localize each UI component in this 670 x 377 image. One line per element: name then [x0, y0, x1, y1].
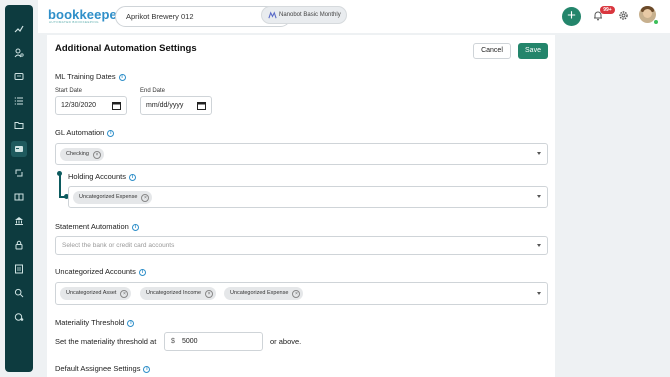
- end-date-label: End Date: [140, 88, 166, 94]
- lock-icon[interactable]: [11, 237, 27, 253]
- info-icon[interactable]: i: [107, 129, 115, 137]
- info-icon[interactable]: i: [143, 365, 151, 373]
- currency-symbol: $: [171, 338, 175, 345]
- materiality-label: Materiality Threshold: [55, 318, 125, 327]
- automation-settings-card: Additional Automation Settings Cancel Sa…: [47, 35, 555, 377]
- dashboard-icon[interactable]: [11, 21, 27, 37]
- start-date-label: Start Date: [55, 88, 83, 94]
- plan-badge[interactable]: Nanobot Basic Monthly: [261, 6, 347, 24]
- end-date-value: mm/dd/yyyy: [146, 102, 184, 109]
- end-date-field[interactable]: mm/dd/yyyy: [140, 96, 212, 115]
- tasks-list-icon[interactable]: [11, 93, 27, 109]
- default-assignee-label: Default Assignee Settings: [55, 364, 141, 373]
- gear-icon[interactable]: [618, 10, 629, 21]
- holding-accounts-heading: Holding Accounts i: [68, 172, 136, 181]
- top-header: bookkeeper AUTOMATED BOOKKEEPING Aprikot…: [38, 0, 670, 33]
- calendar-icon[interactable]: [112, 101, 121, 110]
- start-date-value: 12/30/2020: [61, 102, 97, 109]
- start-date-field[interactable]: 12/30/2020: [55, 96, 127, 115]
- connector-line: [59, 174, 61, 198]
- folder-icon[interactable]: [11, 117, 27, 133]
- page-title: Additional Automation Settings: [55, 43, 197, 54]
- online-status-dot: [653, 19, 659, 25]
- threshold-value: 5000: [182, 338, 198, 345]
- remove-chip-icon[interactable]: ×: [92, 150, 101, 159]
- ml-training-heading: ML Training Dates i: [55, 72, 126, 81]
- automation-card-icon[interactable]: [11, 141, 27, 157]
- chip-label: Uncategorized Asset: [66, 290, 117, 296]
- info-icon[interactable]: i: [131, 223, 139, 231]
- account-chip: Checking ×: [60, 148, 104, 161]
- account-chip: Uncategorized Expense ×: [73, 191, 153, 204]
- info-icon[interactable]: i: [118, 73, 126, 81]
- info-icon[interactable]: i: [127, 319, 135, 327]
- chip-label: Uncategorized Expense: [230, 290, 289, 296]
- user-settings-icon[interactable]: [11, 45, 27, 61]
- cancel-button[interactable]: Cancel: [473, 43, 511, 59]
- info-icon[interactable]: i: [138, 268, 146, 276]
- statement-automation-placeholder: Select the bank or credit card accounts: [62, 242, 175, 249]
- default-assignee-heading: Default Assignee Settings i: [55, 364, 151, 373]
- statement-automation-select[interactable]: Select the bank or credit card accounts: [55, 236, 548, 255]
- notification-badge: 99+: [600, 6, 615, 14]
- bank-icon[interactable]: [11, 213, 27, 229]
- save-button[interactable]: Save: [518, 43, 548, 59]
- dropdown-caret-icon[interactable]: [537, 291, 541, 295]
- materiality-suffix-text: or above.: [270, 337, 302, 346]
- holding-accounts-label: Holding Accounts: [68, 172, 126, 181]
- add-button[interactable]: +: [562, 7, 581, 26]
- reports-icon[interactable]: [11, 261, 27, 277]
- search-zoom-icon[interactable]: [11, 285, 27, 301]
- remove-chip-icon[interactable]: ×: [292, 289, 301, 298]
- uncategorized-accounts-select[interactable]: Uncategorized Asset × Uncategorized Inco…: [55, 282, 548, 305]
- logo-tagline: AUTOMATED BOOKKEEPING: [49, 20, 99, 24]
- dropdown-caret-icon[interactable]: [537, 195, 541, 198]
- uncategorized-accounts-heading: Uncategorized Accounts i: [55, 267, 146, 276]
- remove-chip-icon[interactable]: ×: [120, 289, 129, 298]
- chip-label: Uncategorized Income: [146, 290, 202, 296]
- avatar-face: [643, 9, 652, 18]
- sidebar: [5, 5, 33, 372]
- client-name: Aprikot Brewery 012: [126, 12, 194, 21]
- calendar-icon[interactable]: [197, 101, 206, 110]
- statement-automation-heading: Statement Automation i: [55, 222, 139, 231]
- info-icon[interactable]: i: [128, 173, 136, 181]
- materiality-threshold-input[interactable]: $ 5000: [164, 332, 263, 351]
- uncategorized-accounts-label: Uncategorized Accounts: [55, 267, 136, 276]
- holding-accounts-select[interactable]: Uncategorized Expense ×: [68, 186, 548, 208]
- ml-training-label: ML Training Dates: [55, 72, 116, 81]
- account-chip: Uncategorized Asset ×: [60, 287, 132, 300]
- robot-icon: [268, 11, 277, 19]
- account-chip: Uncategorized Income ×: [140, 287, 217, 300]
- account-chip: Uncategorized Expense ×: [224, 287, 304, 300]
- messages-icon[interactable]: [11, 69, 27, 85]
- gl-automation-select[interactable]: Checking ×: [55, 143, 548, 165]
- remove-chip-icon[interactable]: ×: [205, 289, 214, 298]
- reconcile-icon[interactable]: [11, 165, 27, 181]
- plan-label: Nanobot Basic Monthly: [279, 12, 341, 18]
- statement-automation-label: Statement Automation: [55, 222, 129, 231]
- remove-chip-icon[interactable]: ×: [141, 193, 150, 202]
- gl-automation-heading: GL Automation i: [55, 128, 115, 137]
- dropdown-caret-icon[interactable]: [537, 152, 541, 155]
- materiality-prefix-text: Set the materiality threshold at: [55, 337, 157, 346]
- chip-label: Checking: [66, 151, 89, 157]
- chip-label: Uncategorized Expense: [79, 194, 138, 200]
- dropdown-caret-icon[interactable]: [537, 243, 541, 247]
- materiality-heading: Materiality Threshold i: [55, 318, 135, 327]
- gl-automation-label: GL Automation: [55, 128, 105, 137]
- money-settings-icon[interactable]: [11, 309, 27, 325]
- ledger-book-icon[interactable]: [11, 189, 27, 205]
